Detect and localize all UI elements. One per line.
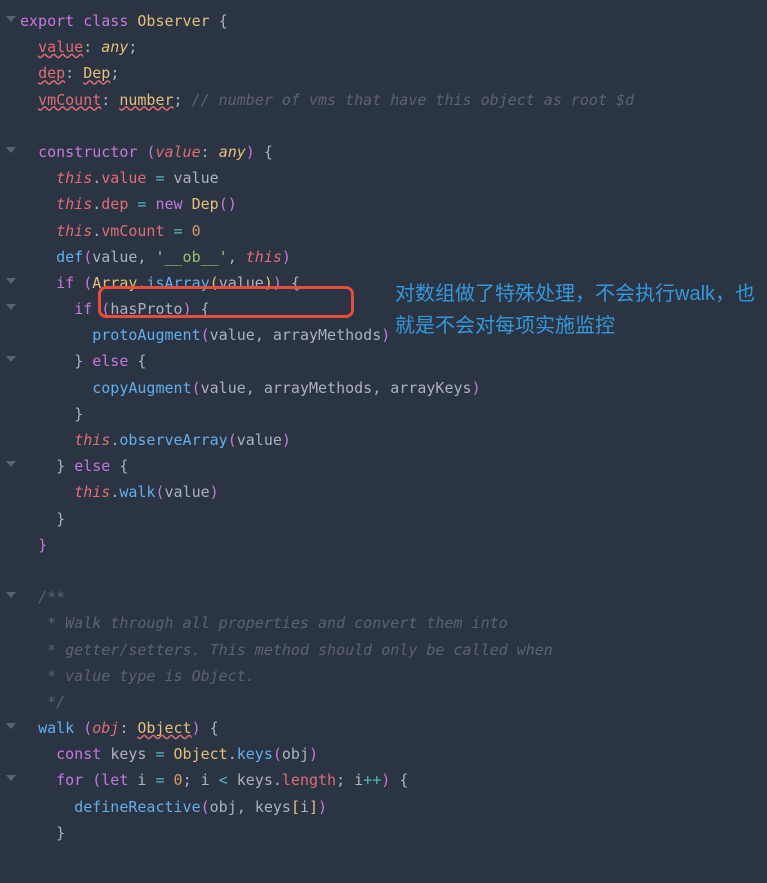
code-line: this.dep = new Dep() (2, 191, 767, 217)
code-line: walk (obj: Object) { (2, 715, 767, 741)
code-line: /** (2, 584, 767, 610)
fold-icon[interactable] (6, 147, 16, 153)
code-line: export class Observer { (2, 8, 767, 34)
code-line: this.vmCount = 0 (2, 218, 767, 244)
code-line: * Walk through all properties and conver… (2, 610, 767, 636)
code-line (2, 113, 767, 139)
fold-icon[interactable] (6, 592, 16, 598)
code-line: vmCount: number; // number of vms that h… (2, 87, 767, 113)
code-line: */ (2, 689, 767, 715)
code-line: copyAugment(value, arrayMethods, arrayKe… (2, 375, 767, 401)
code-editor: export class Observer { value: any; dep:… (2, 8, 767, 846)
code-line: dep: Dep; (2, 60, 767, 86)
fold-icon[interactable] (6, 356, 16, 362)
code-line: defineReactive(obj, keys[i]) (2, 794, 767, 820)
fold-icon[interactable] (6, 16, 16, 22)
code-line: this.observeArray(value) (2, 427, 767, 453)
code-line: } else { (2, 348, 767, 374)
code-line: } else { (2, 453, 767, 479)
code-line: this.walk(value) (2, 479, 767, 505)
code-line (2, 558, 767, 584)
code-line: } (2, 532, 767, 558)
code-line: for (let i = 0; i < keys.length; i++) { (2, 767, 767, 793)
annotation-text: 对数组做了特殊处理，不会执行walk，也就是不会对每项实施监控 (395, 278, 755, 342)
code-line: } (2, 820, 767, 846)
fold-icon[interactable] (6, 775, 16, 781)
code-line: this.value = value (2, 165, 767, 191)
code-line: } (2, 401, 767, 427)
fold-icon[interactable] (6, 278, 16, 284)
code-line: * value type is Object. (2, 663, 767, 689)
code-line: def(value, '__ob__', this) (2, 244, 767, 270)
code-line: value: any; (2, 34, 767, 60)
fold-icon[interactable] (6, 304, 16, 310)
code-line: * getter/setters. This method should onl… (2, 637, 767, 663)
code-line: } (2, 506, 767, 532)
code-line: constructor (value: any) { (2, 139, 767, 165)
fold-icon[interactable] (6, 461, 16, 467)
fold-icon[interactable] (6, 723, 16, 729)
code-line: const keys = Object.keys(obj) (2, 741, 767, 767)
